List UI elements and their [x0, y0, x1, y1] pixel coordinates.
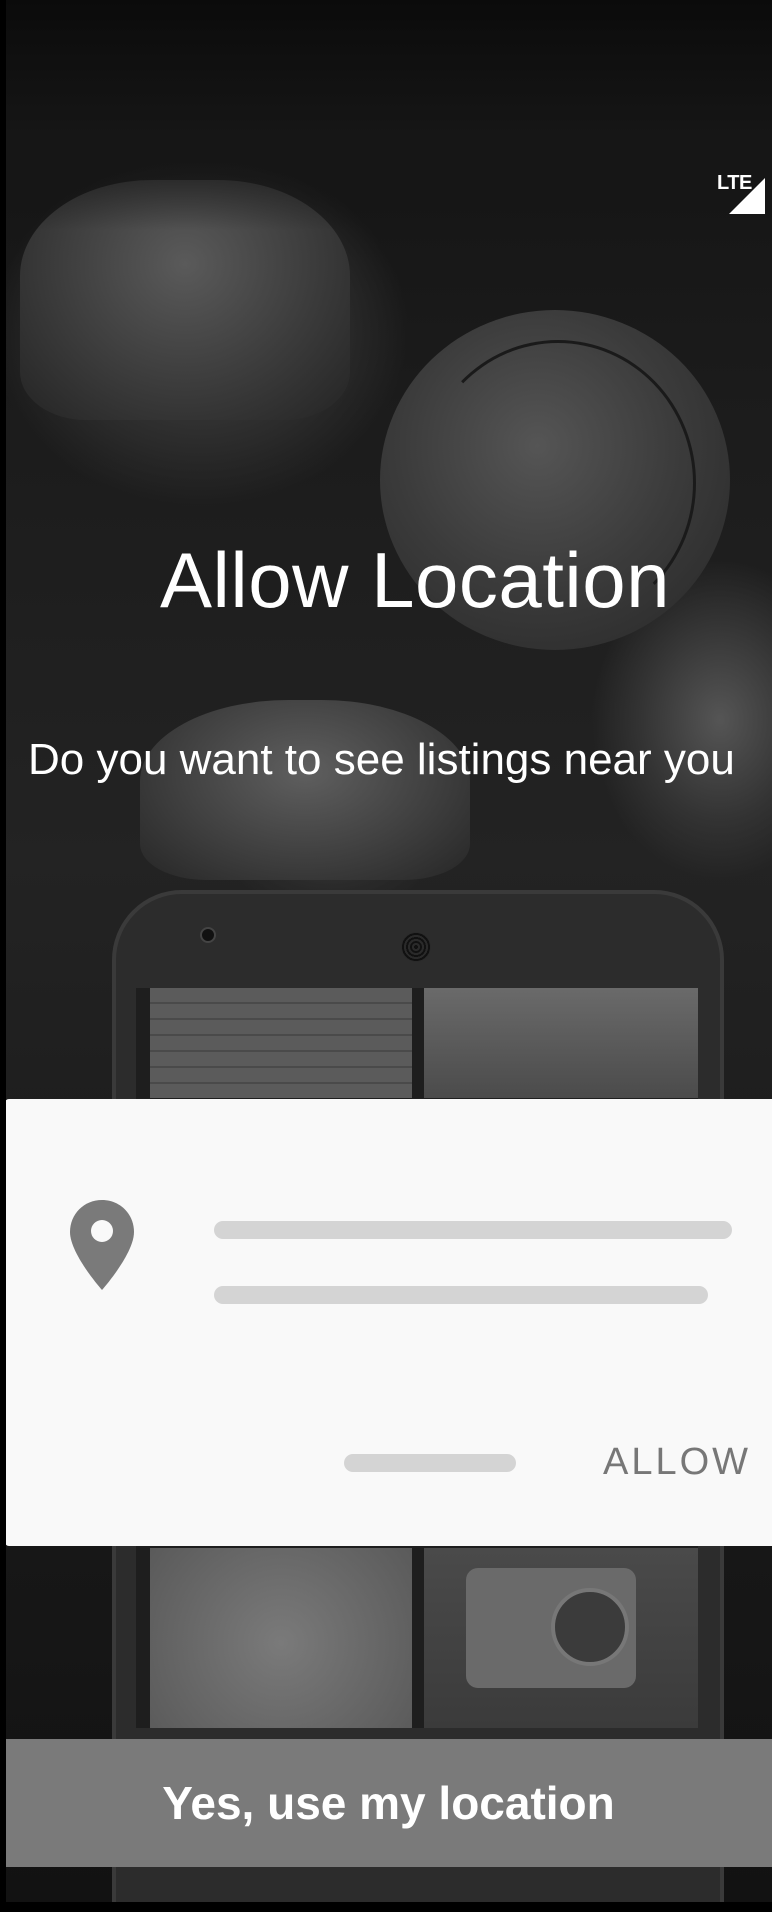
page-subtitle: Do you want to see listings near you: [28, 735, 735, 784]
page-title: Allow Location: [160, 536, 670, 624]
dialog-deny-placeholder: [344, 1454, 516, 1472]
dialog-text-placeholder-line-2: [214, 1286, 708, 1304]
screen-edge-bottom: [0, 1902, 772, 1912]
cellular-signal-icon: [729, 178, 765, 214]
device-speaker: [401, 932, 431, 962]
listing-tile-fabric: [150, 1548, 412, 1728]
background-rotary-phone: [140, 700, 470, 880]
dialog-allow-label: ALLOW: [603, 1441, 752, 1483]
use-my-location-button[interactable]: Yes, use my location: [5, 1739, 772, 1867]
dialog-text-placeholder-line-1: [214, 1221, 732, 1239]
location-permission-screen: LTE Allow Location Do you want to see li…: [0, 0, 772, 1912]
top-shade: [0, 0, 772, 230]
listing-tile-controller: [424, 988, 698, 1098]
location-pin-icon: [70, 1200, 134, 1290]
action-camera-image: [466, 1568, 636, 1688]
listing-tile-bike: [150, 988, 412, 1098]
screen-edge-left: [0, 0, 6, 1912]
device-camera: [200, 927, 216, 943]
